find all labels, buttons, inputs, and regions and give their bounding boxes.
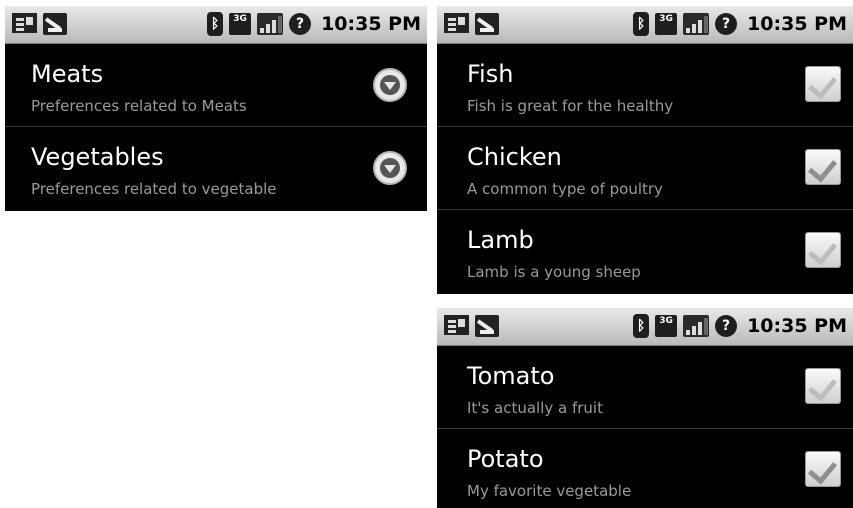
preference-summary: My favorite vegetable (467, 482, 632, 500)
help-icon: ? (715, 315, 738, 337)
preference-item-vegetables[interactable]: Vegetables Preferences related to vegeta… (5, 127, 427, 210)
vegetables-checkbox-list: Tomato It's actually a fruit Potato My f… (437, 346, 853, 508)
potato-checkbox[interactable] (805, 451, 841, 487)
sim-card-icon (12, 13, 37, 33)
preference-summary: Preferences related to vegetable (31, 180, 277, 198)
preference-summary: A common type of poultry (467, 180, 663, 198)
missed-call-icon (43, 13, 67, 35)
preference-item-meats[interactable]: Meats Preferences related to Meats (5, 44, 427, 127)
screen-meats-preferences: ᛒ 3G ? 10:35 PM Fish Fish is great for t… (437, 6, 853, 294)
meats-checkbox-list: Fish Fish is great for the healthy Chick… (437, 44, 853, 293)
bluetooth-icon: ᛒ (633, 12, 650, 36)
preference-summary: Preferences related to Meats (31, 97, 247, 115)
missed-call-icon (475, 13, 499, 35)
screen-vegetables-preferences: ᛒ 3G ? 10:35 PM Tomato It's actually a f… (437, 308, 853, 508)
status-bar: ᛒ 3G ? 10:35 PM (5, 6, 427, 44)
preference-summary: Fish is great for the healthy (467, 97, 674, 115)
checkmark-icon (807, 371, 838, 402)
preference-summary: It's actually a fruit (467, 399, 603, 417)
3g-data-icon: 3G (229, 13, 252, 35)
fish-checkbox[interactable] (805, 66, 841, 102)
chicken-checkbox[interactable] (805, 149, 841, 185)
preference-title: Tomato (467, 362, 555, 390)
clock: 10:35 PM (747, 13, 847, 35)
screen-preference-categories: ᛒ 3G ? 10:35 PM Meats Preferences relate… (5, 6, 427, 211)
preference-title: Vegetables (31, 143, 164, 171)
status-bar: ᛒ 3G ? 10:35 PM (437, 308, 853, 346)
signal-strength-icon (683, 315, 710, 337)
status-bar: ᛒ 3G ? 10:35 PM (437, 6, 853, 44)
missed-call-icon (475, 315, 499, 337)
signal-strength-icon (257, 13, 284, 35)
preference-title: Chicken (467, 143, 562, 171)
bluetooth-icon: ᛒ (207, 12, 224, 36)
preference-item-lamb[interactable]: Lamb Lamb is a young sheep (437, 210, 853, 293)
signal-strength-icon (683, 13, 710, 35)
lamb-checkbox[interactable] (805, 232, 841, 268)
sim-card-icon (444, 315, 469, 335)
checkmark-icon (807, 69, 838, 100)
checkmark-icon (807, 152, 838, 183)
preference-item-potato[interactable]: Potato My favorite vegetable (437, 429, 853, 508)
checkmark-icon (807, 454, 838, 485)
help-icon: ? (715, 13, 738, 35)
preference-item-tomato[interactable]: Tomato It's actually a fruit (437, 346, 853, 429)
clock: 10:35 PM (321, 13, 421, 35)
checkmark-icon (807, 235, 838, 266)
tomato-checkbox[interactable] (805, 368, 841, 404)
expand-arrow-icon[interactable] (373, 68, 407, 102)
bluetooth-icon: ᛒ (633, 314, 650, 338)
3g-data-icon: 3G (655, 315, 678, 337)
preference-title: Lamb (467, 226, 534, 254)
preference-category-list: Meats Preferences related to Meats Veget… (5, 44, 427, 210)
preference-title: Fish (467, 60, 514, 88)
preference-summary: Lamb is a young sheep (467, 263, 641, 281)
sim-card-icon (444, 13, 469, 33)
expand-arrow-icon[interactable] (373, 151, 407, 185)
preference-item-chicken[interactable]: Chicken A common type of poultry (437, 127, 853, 210)
3g-data-icon: 3G (655, 13, 678, 35)
preference-item-fish[interactable]: Fish Fish is great for the healthy (437, 44, 853, 127)
help-icon: ? (289, 13, 312, 35)
preference-title: Potato (467, 445, 544, 473)
preference-title: Meats (31, 60, 104, 88)
clock: 10:35 PM (747, 315, 847, 337)
